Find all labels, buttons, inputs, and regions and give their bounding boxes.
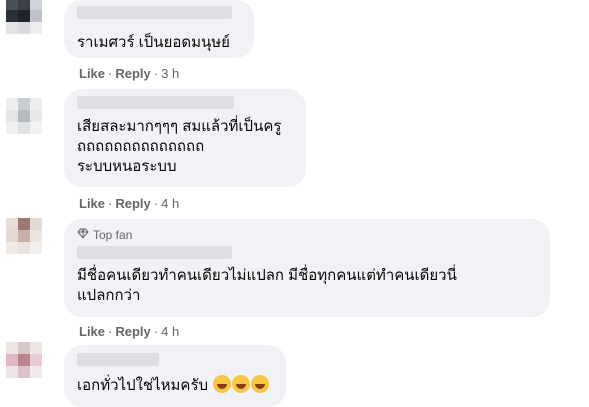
like-button[interactable]: Like <box>79 66 105 81</box>
comment-bubble: เอกทั่วไปใช่ไหมครับ <box>64 345 286 407</box>
comment-line: ราเมศวร์ เป็นยอดมนุษย์ <box>77 34 230 51</box>
comment-text: ราเมศวร์ เป็นยอดมนุษย์ <box>77 33 230 53</box>
commenter-name[interactable] <box>77 96 234 109</box>
laughing-tears-emoji-icon <box>251 375 270 393</box>
comment-time[interactable]: 4 h <box>161 324 179 339</box>
like-button[interactable]: Like <box>79 196 105 211</box>
comment-bubble: Top fan มีชื่อคนเดียวทำคนเดียวไม่แปลก มี… <box>64 219 550 317</box>
top-fan-label: Top fan <box>93 228 133 242</box>
commenter-name[interactable] <box>77 353 159 366</box>
avatar[interactable] <box>6 98 42 134</box>
top-fan-badge: Top fan <box>77 228 132 242</box>
avatar[interactable] <box>6 218 42 254</box>
avatar[interactable] <box>6 342 42 378</box>
comment-line: เสียสละมากๆๆๆ สมแล้วที่เป็นครู <box>77 118 282 135</box>
comment-text: เอกทั่วไปใช่ไหมครับ <box>77 375 270 396</box>
comment-line: แปลกกว่า <box>77 287 141 304</box>
comment-line: มีชื่อคนเดียวทำคนเดียวไม่แปลก มีชื่อทุกค… <box>77 267 457 284</box>
avatar[interactable] <box>6 0 42 34</box>
diamond-icon <box>77 228 89 242</box>
laughing-tears-emoji-icon <box>213 375 232 393</box>
comment-actions: Like · Reply · 3 h <box>79 66 180 81</box>
reply-button[interactable]: Reply <box>115 324 150 339</box>
reply-button[interactable]: Reply <box>115 66 150 81</box>
comment-bubble: เสียสละมากๆๆๆ สมแล้วที่เป็นครู ถถถถถถถถถ… <box>64 89 306 187</box>
reply-button[interactable]: Reply <box>115 196 150 211</box>
laughing-tears-emoji-icon <box>232 375 251 393</box>
comment-line: ถถถถถถถถถถถถถถ <box>77 138 205 155</box>
comment-time[interactable]: 3 h <box>161 66 179 81</box>
comment-text: เสียสละมากๆๆๆ สมแล้วที่เป็นครู ถถถถถถถถถ… <box>77 117 281 177</box>
comment-actions: Like · Reply · 4 h <box>79 196 180 211</box>
comment-time[interactable]: 4 h <box>161 196 179 211</box>
commenter-name[interactable] <box>77 246 232 259</box>
commenter-name[interactable] <box>77 6 232 19</box>
like-button[interactable]: Like <box>79 324 105 339</box>
comment-bubble: ราเมศวร์ เป็นยอดมนุษย์ <box>64 0 254 58</box>
comment-text: มีชื่อคนเดียวทำคนเดียวไม่แปลก มีชื่อทุกค… <box>77 266 457 306</box>
comment-line: เอกทั่วไปใช่ไหมครับ <box>77 377 209 394</box>
comment-line: ระบบหนอระบบ <box>77 158 177 175</box>
comment-actions: Like · Reply · 4 h <box>79 324 180 339</box>
